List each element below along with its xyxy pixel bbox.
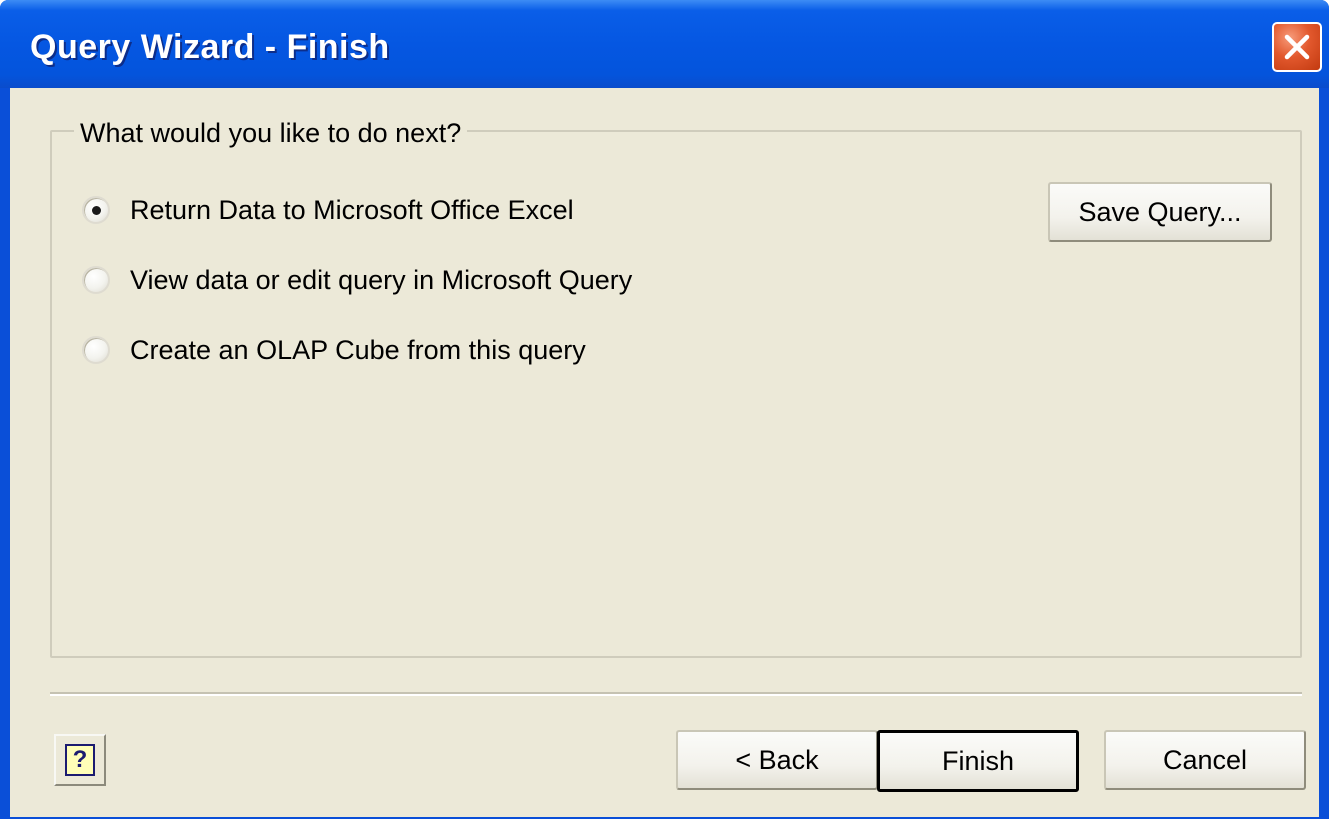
back-button[interactable]: < Back (676, 730, 878, 790)
option-return-data[interactable]: Return Data to Microsoft Office Excel (82, 190, 574, 230)
radio-return-data[interactable] (82, 196, 110, 224)
option-view-data-label[interactable]: View data or edit query in Microsoft Que… (130, 265, 632, 296)
window-title: Query Wizard - Finish (30, 28, 390, 66)
option-view-data[interactable]: View data or edit query in Microsoft Que… (82, 260, 632, 300)
title-bar[interactable]: Query Wizard - Finish (0, 0, 1329, 88)
option-olap-cube-label[interactable]: Create an OLAP Cube from this query (130, 335, 586, 366)
radio-view-data[interactable] (82, 266, 110, 294)
dialog-body: What would you like to do next? Return D… (10, 88, 1319, 817)
help-icon: ? (65, 744, 95, 776)
finish-button[interactable]: Finish (877, 730, 1079, 792)
close-button[interactable] (1272, 22, 1322, 72)
separator (50, 692, 1302, 696)
query-wizard-window: Query Wizard - Finish What would you lik… (0, 0, 1329, 819)
groupbox-legend: What would you like to do next? (74, 118, 468, 148)
close-icon (1284, 34, 1310, 60)
option-return-data-label[interactable]: Return Data to Microsoft Office Excel (130, 195, 574, 226)
help-button[interactable]: ? (54, 734, 106, 786)
option-olap-cube[interactable]: Create an OLAP Cube from this query (82, 330, 586, 370)
radio-olap-cube[interactable] (82, 336, 110, 364)
save-query-button[interactable]: Save Query... (1048, 182, 1272, 242)
cancel-button[interactable]: Cancel (1104, 730, 1306, 790)
